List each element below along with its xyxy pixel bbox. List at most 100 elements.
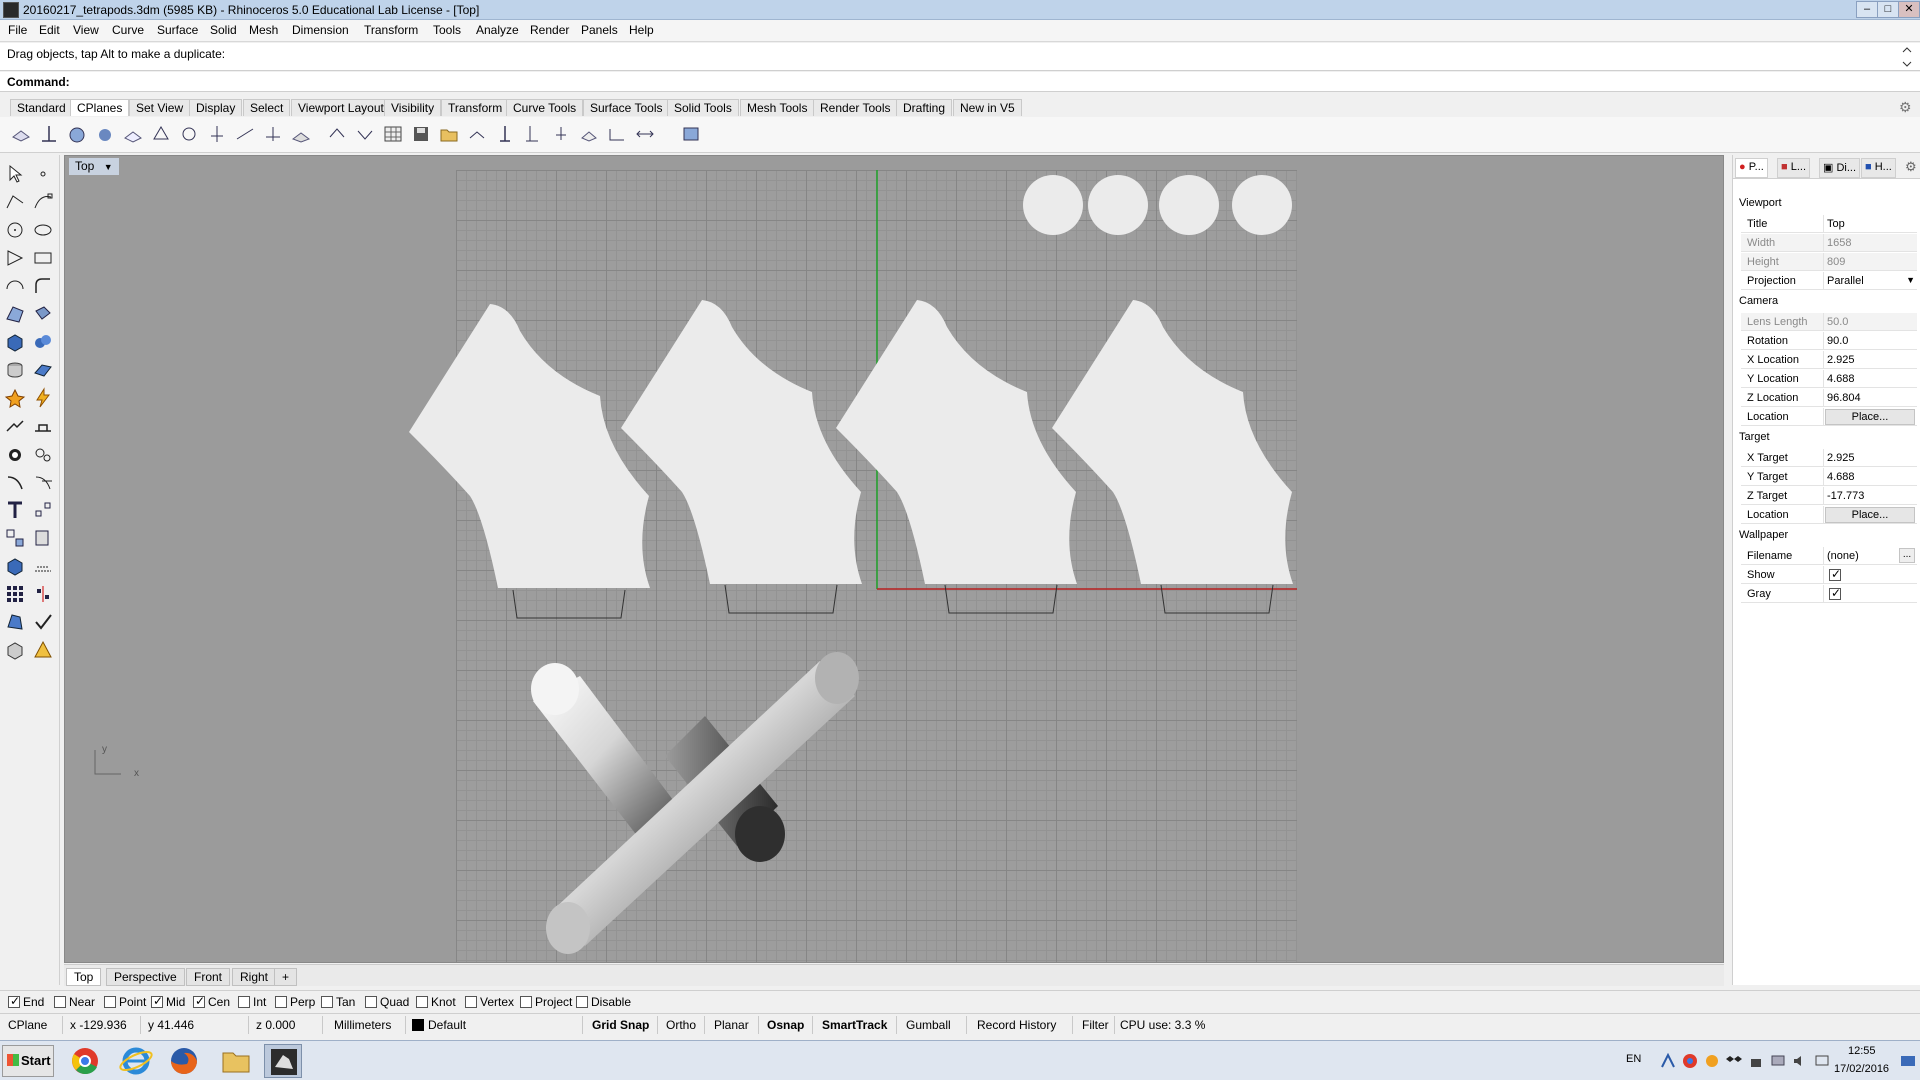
menu-tools[interactable]: Tools — [433, 23, 461, 37]
tray-volume-icon[interactable] — [1792, 1053, 1808, 1069]
save-cplane-icon[interactable] — [410, 123, 432, 145]
osnap-near-checkbox[interactable] — [54, 996, 66, 1008]
pattern-piece[interactable] — [836, 300, 1077, 584]
cplane-curve-icon[interactable] — [122, 123, 144, 145]
tray-network-icon[interactable] — [1770, 1053, 1786, 1069]
cplane-manager-icon[interactable] — [680, 123, 702, 145]
box-icon[interactable] — [4, 331, 26, 353]
cplane-top-icon[interactable] — [10, 123, 32, 145]
internet-explorer-icon[interactable] — [117, 1044, 155, 1078]
row-x-target[interactable]: X Target 2.925 — [1741, 449, 1917, 467]
row-title-value[interactable]: Top — [1827, 218, 1845, 230]
osnap-knot-checkbox[interactable] — [416, 996, 428, 1008]
fillet-curve-icon[interactable] — [32, 275, 54, 297]
array-icon[interactable] — [4, 583, 26, 605]
curve-cv-icon[interactable] — [32, 191, 54, 213]
viewport-tab-top[interactable]: Top — [66, 968, 102, 986]
history-scrollbar[interactable] — [1900, 44, 1914, 70]
osnap-quad-checkbox[interactable] — [365, 996, 377, 1008]
split-icon[interactable] — [32, 471, 54, 493]
cplane-surface-icon[interactable] — [94, 123, 116, 145]
menu-solid[interactable]: Solid — [210, 23, 237, 37]
osnap-perp[interactable]: Perp — [275, 995, 315, 1009]
check-icon[interactable] — [32, 611, 54, 633]
cplane-elevation-icon[interactable] — [206, 123, 228, 145]
osnap-cen[interactable]: Cen — [193, 994, 230, 1009]
tray-hand-icon[interactable] — [1748, 1053, 1764, 1069]
lightning-icon[interactable] — [32, 387, 54, 409]
cplane-3points-icon[interactable] — [150, 123, 172, 145]
language-indicator[interactable]: EN — [1626, 1053, 1641, 1065]
panel-settings-gear-icon[interactable]: ⚙ — [1905, 159, 1917, 175]
cplane-back-icon[interactable] — [550, 123, 572, 145]
tray-a-icon[interactable] — [1660, 1052, 1676, 1069]
command-input[interactable] — [72, 74, 1892, 90]
cplane-zaxis-icon[interactable] — [262, 123, 284, 145]
layer-icon[interactable] — [4, 555, 26, 577]
status-layer[interactable]: Default — [412, 1018, 466, 1032]
tab-mesh-tools[interactable]: Mesh Tools — [740, 99, 815, 116]
osnap-tan-checkbox[interactable] — [321, 996, 333, 1008]
block-icon[interactable] — [32, 527, 54, 549]
osnap-quad[interactable]: Quad — [365, 995, 409, 1009]
status-units[interactable]: Millimeters — [334, 1018, 391, 1032]
move-icon[interactable] — [4, 415, 26, 437]
row-filename-value[interactable]: (none) — [1827, 550, 1859, 562]
menu-analyze[interactable]: Analyze — [476, 23, 519, 37]
tetrapod-solid[interactable] — [531, 652, 859, 954]
cplane-front-icon[interactable] — [494, 123, 516, 145]
row-y-target[interactable]: Y Target 4.688 — [1741, 468, 1917, 486]
group-icon[interactable] — [4, 527, 26, 549]
cplane-origin-icon[interactable] — [38, 123, 60, 145]
cplane-named-icon[interactable] — [382, 123, 404, 145]
menu-panels[interactable]: Panels — [581, 23, 618, 37]
status-filter[interactable]: Filter — [1082, 1018, 1109, 1032]
tab-curve-tools[interactable]: Curve Tools — [506, 99, 584, 116]
offset-surface-icon[interactable] — [32, 359, 54, 381]
menu-view[interactable]: View — [73, 23, 99, 37]
arc-icon[interactable] — [4, 275, 26, 297]
browse-filename-button[interactable]: ... — [1899, 548, 1915, 563]
boolean-union-icon[interactable] — [32, 331, 54, 353]
menu-render[interactable]: Render — [530, 23, 569, 37]
row-y-location-value[interactable]: 4.688 — [1827, 373, 1855, 385]
projection-dropdown-chevron-icon[interactable]: ▼ — [1906, 275, 1915, 285]
cplane-world-icon[interactable] — [298, 123, 320, 145]
osnap-disable[interactable]: Disable — [576, 995, 631, 1009]
dimension-icon[interactable] — [32, 499, 54, 521]
tray-action-icon[interactable] — [1814, 1053, 1830, 1069]
status-osnap[interactable]: Osnap — [767, 1018, 804, 1032]
menu-curve[interactable]: Curve — [112, 23, 144, 37]
text-icon[interactable] — [4, 499, 26, 521]
row-x-location[interactable]: X Location 2.925 — [1741, 351, 1917, 369]
clock-date[interactable]: 17/02/2016 — [1834, 1063, 1889, 1075]
tab-surface-tools[interactable]: Surface Tools — [583, 99, 670, 116]
row-projection[interactable]: Projection Parallel ▼ — [1741, 272, 1917, 290]
row-y-target-value[interactable]: 4.688 — [1827, 471, 1855, 483]
chrome-icon[interactable] — [66, 1044, 104, 1078]
grid-icon[interactable] — [32, 555, 54, 577]
pattern-piece[interactable] — [1052, 300, 1293, 584]
osnap-mid[interactable]: Mid — [151, 994, 185, 1009]
tray-chrome-icon[interactable] — [1682, 1053, 1698, 1069]
row-x-target-value[interactable]: 2.925 — [1827, 452, 1855, 464]
show-desktop-icon[interactable] — [1900, 1053, 1916, 1069]
rhino-taskbar-icon[interactable] — [264, 1044, 302, 1078]
osnap-disable-checkbox[interactable] — [576, 996, 588, 1008]
osnap-point-checkbox[interactable] — [104, 996, 116, 1008]
menu-surface[interactable]: Surface — [157, 23, 198, 37]
osnap-point[interactable]: Point — [104, 995, 146, 1009]
circle-object[interactable] — [1232, 175, 1292, 235]
tab-display[interactable]: Display — [189, 99, 243, 116]
row-filename[interactable]: Filename (none)... — [1741, 547, 1917, 565]
cplane-right-icon[interactable] — [522, 123, 544, 145]
tab-set-view[interactable]: Set View — [129, 99, 191, 116]
rectangle-icon[interactable] — [32, 247, 54, 269]
tab-standard[interactable]: Standard — [10, 99, 73, 116]
status-ortho[interactable]: Ortho — [666, 1018, 696, 1032]
copy-icon[interactable] — [32, 415, 54, 437]
viewport-tab-front[interactable]: Front — [186, 968, 231, 986]
cplane-object-icon[interactable] — [66, 123, 88, 145]
polyline-icon[interactable] — [4, 191, 26, 213]
projection-select[interactable]: Parallel — [1827, 275, 1864, 287]
